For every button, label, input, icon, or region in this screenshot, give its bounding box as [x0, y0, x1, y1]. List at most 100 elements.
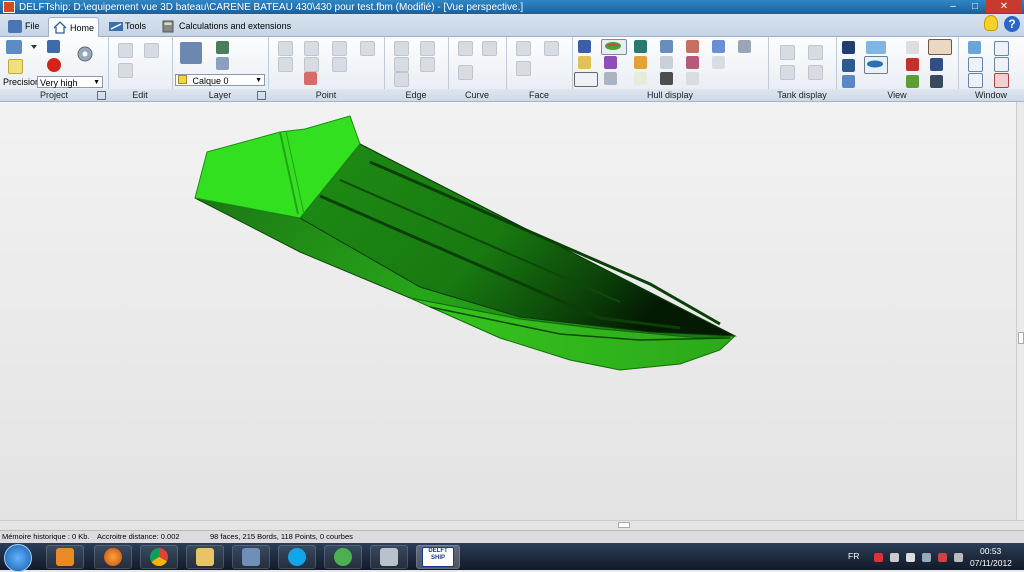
lines-icon[interactable]	[660, 72, 673, 85]
tank-fill-icon[interactable]	[808, 65, 823, 80]
point-collapse-icon[interactable]	[304, 41, 319, 56]
window-close-icon[interactable]	[994, 73, 1009, 88]
curve-delete-icon[interactable]	[458, 65, 473, 80]
render-green-icon[interactable]	[906, 75, 919, 88]
volume-icon[interactable]	[906, 553, 915, 562]
curve-new-icon[interactable]	[458, 41, 473, 56]
delete-icon[interactable]	[118, 63, 133, 78]
point-intersect-icon[interactable]	[332, 41, 347, 56]
point-lock-icon[interactable]	[360, 41, 375, 56]
taskbar-messenger[interactable]	[324, 545, 362, 569]
render-red-icon[interactable]	[906, 58, 919, 71]
view-perspective-icon[interactable]	[864, 56, 888, 74]
horizontal-scrollbar[interactable]	[0, 520, 1024, 530]
tray-device-icon[interactable]	[922, 553, 931, 562]
edge-insert-icon[interactable]	[420, 57, 435, 72]
save-icon[interactable]	[47, 40, 60, 53]
flowlines-icon[interactable]	[634, 56, 647, 69]
point-add-icon[interactable]	[278, 41, 293, 56]
dropdown-arrow-icon[interactable]	[31, 42, 37, 49]
horizontal-scroll-thumb[interactable]	[618, 522, 630, 528]
markers-icon[interactable]	[660, 56, 673, 69]
clock-date[interactable]: 07/11/2012	[970, 558, 1012, 568]
layer-visibility-icon[interactable]	[216, 57, 229, 70]
tray-alert-icon[interactable]	[874, 553, 883, 562]
tab-tools[interactable]: Tools	[104, 17, 150, 35]
render-white-icon[interactable]	[906, 41, 919, 54]
face-new-icon[interactable]	[516, 41, 531, 56]
layer-add-icon[interactable]	[216, 41, 229, 54]
tray-network-icon[interactable]	[890, 553, 899, 562]
edge-split-icon[interactable]	[420, 41, 435, 56]
grid-icon[interactable]	[634, 40, 647, 53]
window-arrange-icon[interactable]	[968, 73, 983, 88]
shading-toggle-icon[interactable]	[601, 39, 627, 55]
layer-properties-icon[interactable]	[180, 42, 202, 64]
project-launcher-icon[interactable]	[97, 91, 106, 100]
maximize-button[interactable]: □	[964, 0, 986, 13]
taskbar-skype[interactable]	[278, 545, 316, 569]
tank-shade-icon[interactable]	[780, 45, 795, 60]
precision-select[interactable]: Very high ▼	[37, 76, 103, 88]
perspective-viewport[interactable]	[0, 102, 1016, 520]
point-align-icon[interactable]	[304, 57, 319, 72]
taskbar-tools[interactable]	[232, 545, 270, 569]
edge-collapse-icon[interactable]	[394, 57, 409, 72]
render-wood-icon[interactable]	[928, 39, 952, 55]
mesh-toggle-icon[interactable]	[574, 72, 598, 87]
tab-calculations[interactable]: Calculations and extensions	[158, 17, 295, 35]
view-all-icon[interactable]	[842, 75, 855, 88]
stop-icon[interactable]	[47, 58, 61, 72]
tab-file[interactable]: File	[4, 17, 44, 35]
layer-launcher-icon[interactable]	[257, 91, 266, 100]
undo-icon[interactable]	[118, 43, 133, 58]
taskbar-firefox[interactable]	[94, 545, 132, 569]
clock-time[interactable]: 00:53	[980, 546, 1001, 556]
settings-icon[interactable]	[74, 43, 96, 65]
render-blue-icon[interactable]	[930, 58, 943, 71]
waterlines-icon[interactable]	[712, 40, 725, 53]
lightbulb-icon[interactable]	[984, 15, 998, 31]
layer-select[interactable]: Calque 0 ▼	[175, 74, 265, 86]
window-maximize-icon[interactable]	[994, 57, 1009, 72]
tab-home[interactable]: Home	[48, 17, 100, 37]
help-button[interactable]: ?	[1004, 16, 1020, 32]
view-plan-icon[interactable]	[842, 59, 855, 72]
taskbar-calculator[interactable]	[370, 545, 408, 569]
taskbar-media-player[interactable]	[46, 545, 84, 569]
minimize-button[interactable]: –	[942, 0, 964, 13]
buttocks-icon[interactable]	[686, 40, 699, 53]
diagonals-icon[interactable]	[738, 40, 751, 53]
tray-flag-icon[interactable]	[938, 553, 947, 562]
render-dark-icon[interactable]	[930, 75, 943, 88]
stations-icon[interactable]	[660, 40, 673, 53]
vertical-scrollbar[interactable]	[1016, 102, 1024, 520]
taskbar-delftship[interactable]: DELFT SHIP	[416, 545, 460, 569]
edge-extrude-icon[interactable]	[394, 41, 409, 56]
background-icon[interactable]	[634, 72, 647, 85]
face-invert-icon[interactable]	[516, 61, 531, 76]
start-button[interactable]	[4, 544, 32, 572]
window-cascade-icon[interactable]	[968, 57, 983, 72]
redo-icon[interactable]	[144, 43, 159, 58]
face-flip-icon[interactable]	[544, 41, 559, 56]
normals-icon[interactable]	[712, 56, 725, 69]
print-icon[interactable]	[6, 40, 22, 54]
hydrostatics-icon[interactable]	[686, 56, 699, 69]
symmetric-icon[interactable]	[604, 72, 617, 85]
point-move-icon[interactable]	[332, 57, 347, 72]
signal-icon[interactable]	[954, 553, 963, 562]
view-profile-icon[interactable]	[866, 41, 886, 54]
language-indicator[interactable]: FR	[848, 551, 859, 561]
tank-label-icon[interactable]	[780, 65, 795, 80]
window-new-icon[interactable]	[968, 41, 981, 54]
view-body-plan-icon[interactable]	[842, 41, 855, 54]
control-net-icon[interactable]	[578, 40, 591, 53]
edge-crease-icon[interactable]	[394, 72, 409, 87]
new-project-icon[interactable]	[8, 59, 23, 74]
curvature-icon[interactable]	[578, 56, 591, 69]
vertical-scroll-thumb[interactable]	[1018, 332, 1024, 344]
taskbar-chrome[interactable]	[140, 545, 178, 569]
curve-add-icon[interactable]	[482, 41, 497, 56]
interior-edges-icon[interactable]	[604, 56, 617, 69]
